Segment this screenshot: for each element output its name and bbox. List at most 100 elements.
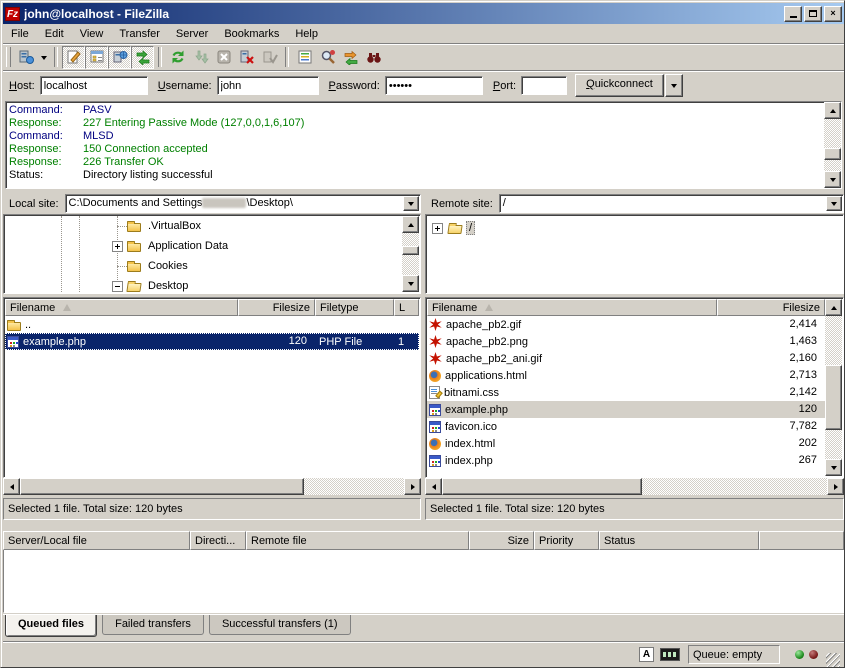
resize-grip[interactable] <box>826 653 840 667</box>
site-manager-dropdown[interactable] <box>37 46 50 69</box>
port-input[interactable] <box>521 76 567 95</box>
quickconnect-dropdown[interactable] <box>665 74 683 97</box>
remote-tree-icon <box>112 49 128 65</box>
toolbar-separator <box>158 47 162 67</box>
find-files-button[interactable] <box>362 46 385 69</box>
expand-plus-icon[interactable] <box>112 241 123 252</box>
toggle-queue-button[interactable] <box>131 46 154 69</box>
file-row[interactable]: index.html 202 <box>427 435 825 452</box>
local-site-dropdown[interactable] <box>403 196 419 211</box>
column-header-lastmodified[interactable]: L <box>394 299 419 316</box>
toggle-message-log-button[interactable] <box>62 46 85 69</box>
menu-help[interactable]: Help <box>287 26 326 42</box>
scroll-thumb[interactable] <box>402 246 419 255</box>
synchronized-browsing-button[interactable] <box>339 46 362 69</box>
cancel-operation-button[interactable] <box>212 46 235 69</box>
column-header-status[interactable]: Status <box>599 531 759 550</box>
scroll-track[interactable] <box>402 233 419 275</box>
tab-queued-files[interactable]: Queued files <box>5 615 97 637</box>
queue-body[interactable] <box>3 550 844 613</box>
file-row[interactable]: favicon.ico 7,782 <box>427 418 825 435</box>
toggle-remote-tree-button[interactable] <box>108 46 131 69</box>
arrow-down-icon <box>831 466 837 473</box>
scroll-down-button[interactable] <box>825 459 842 476</box>
scroll-right-button[interactable] <box>404 478 421 495</box>
tree-item-application-data[interactable]: Application Data <box>5 236 419 256</box>
scroll-track[interactable] <box>442 478 827 495</box>
close-button[interactable]: × <box>824 6 842 22</box>
tree-item-desktop[interactable]: Desktop <box>5 276 419 292</box>
tab-failed-transfers[interactable]: Failed transfers <box>102 615 204 635</box>
scroll-thumb[interactable] <box>442 478 642 495</box>
scroll-thumb[interactable] <box>20 478 304 495</box>
quickconnect-button[interactable]: Quickconnect <box>575 74 664 97</box>
filter-button[interactable] <box>293 46 316 69</box>
ascii-data-type-icon[interactable]: A <box>639 647 654 662</box>
filezilla-window: Fz john@localhost - FileZilla × File Edi… <box>0 0 845 668</box>
column-header-size[interactable]: Size <box>469 531 534 550</box>
menu-edit[interactable]: Edit <box>37 26 72 42</box>
scroll-thumb[interactable] <box>824 148 841 159</box>
menu-bookmarks[interactable]: Bookmarks <box>216 26 287 42</box>
reconnect-button[interactable] <box>258 46 281 69</box>
column-header-filename[interactable]: Filename <box>427 299 717 316</box>
column-header-remote-file[interactable]: Remote file <box>246 531 469 550</box>
toggle-local-tree-button[interactable] <box>85 46 108 69</box>
column-header-priority[interactable]: Priority <box>534 531 599 550</box>
menu-server[interactable]: Server <box>168 26 216 42</box>
tree-item-label: Cookies <box>145 259 191 273</box>
tab-successful-transfers[interactable]: Successful transfers (1) <box>209 615 351 635</box>
file-row[interactable]: index.php 267 <box>427 452 825 469</box>
css-file-icon <box>429 386 440 399</box>
minimize-button[interactable] <box>784 6 802 22</box>
refresh-button[interactable] <box>166 46 189 69</box>
scroll-track[interactable] <box>824 119 841 171</box>
column-header-filesize[interactable]: Filesize <box>717 299 825 316</box>
disconnect-button[interactable] <box>235 46 258 69</box>
file-row[interactable]: apache_pb2.gif 2,414 <box>427 316 825 333</box>
host-input[interactable] <box>40 76 148 95</box>
scroll-track[interactable] <box>20 478 404 495</box>
menu-view[interactable]: View <box>72 26 112 42</box>
file-row-example-php[interactable]: example.php 120 PHP File 1 <box>5 333 419 350</box>
process-queue-button[interactable] <box>189 46 212 69</box>
scroll-left-button[interactable] <box>3 478 20 495</box>
remote-site-dropdown[interactable] <box>826 196 842 211</box>
file-row[interactable]: applications.html 2,713 <box>427 367 825 384</box>
scroll-track[interactable] <box>825 316 842 459</box>
scroll-up-button[interactable] <box>402 216 419 233</box>
file-row-parent-dir[interactable]: .. <box>5 316 419 333</box>
tree-item-virtualbox[interactable]: .VirtualBox <box>5 216 419 236</box>
scroll-down-button[interactable] <box>824 171 841 188</box>
column-header-filetype[interactable]: Filetype <box>315 299 394 316</box>
arrow-left-icon <box>429 484 436 490</box>
file-row[interactable]: apache_pb2_ani.gif 2,160 <box>427 350 825 367</box>
file-row[interactable]: bitnami.css 2,142 <box>427 384 825 401</box>
remote-site-combobox[interactable]: / <box>499 194 844 213</box>
scroll-left-button[interactable] <box>425 478 442 495</box>
scroll-thumb[interactable] <box>825 365 842 431</box>
site-manager-button[interactable] <box>14 46 37 69</box>
column-header-filename[interactable]: Filename <box>5 299 238 316</box>
file-row-selected[interactable]: example.php 120 <box>427 401 825 418</box>
column-header-direction[interactable]: Directi... <box>190 531 246 550</box>
menu-file[interactable]: File <box>3 26 37 42</box>
local-site-combobox[interactable]: C:\Documents and Settings\Desktop\ <box>65 194 421 213</box>
tree-item-root[interactable]: / <box>427 218 842 238</box>
file-row[interactable]: apache_pb2.png 1,463 <box>427 333 825 350</box>
scroll-up-button[interactable] <box>825 299 842 316</box>
maximize-button[interactable] <box>804 6 822 22</box>
scroll-right-button[interactable] <box>827 478 844 495</box>
compare-directories-button[interactable] <box>316 46 339 69</box>
tree-item-cookies[interactable]: Cookies <box>5 256 419 276</box>
column-header-server-local-file[interactable]: Server/Local file <box>3 531 190 550</box>
menu-transfer[interactable]: Transfer <box>111 26 168 42</box>
username-input[interactable] <box>217 76 319 95</box>
scroll-up-button[interactable] <box>824 102 841 119</box>
collapse-minus-icon[interactable] <box>112 281 123 292</box>
expand-plus-icon[interactable] <box>432 223 443 234</box>
scroll-down-button[interactable] <box>402 275 419 292</box>
speed-limit-icon[interactable] <box>660 648 680 661</box>
password-input[interactable] <box>385 76 483 95</box>
column-header-filesize[interactable]: Filesize <box>238 299 315 316</box>
